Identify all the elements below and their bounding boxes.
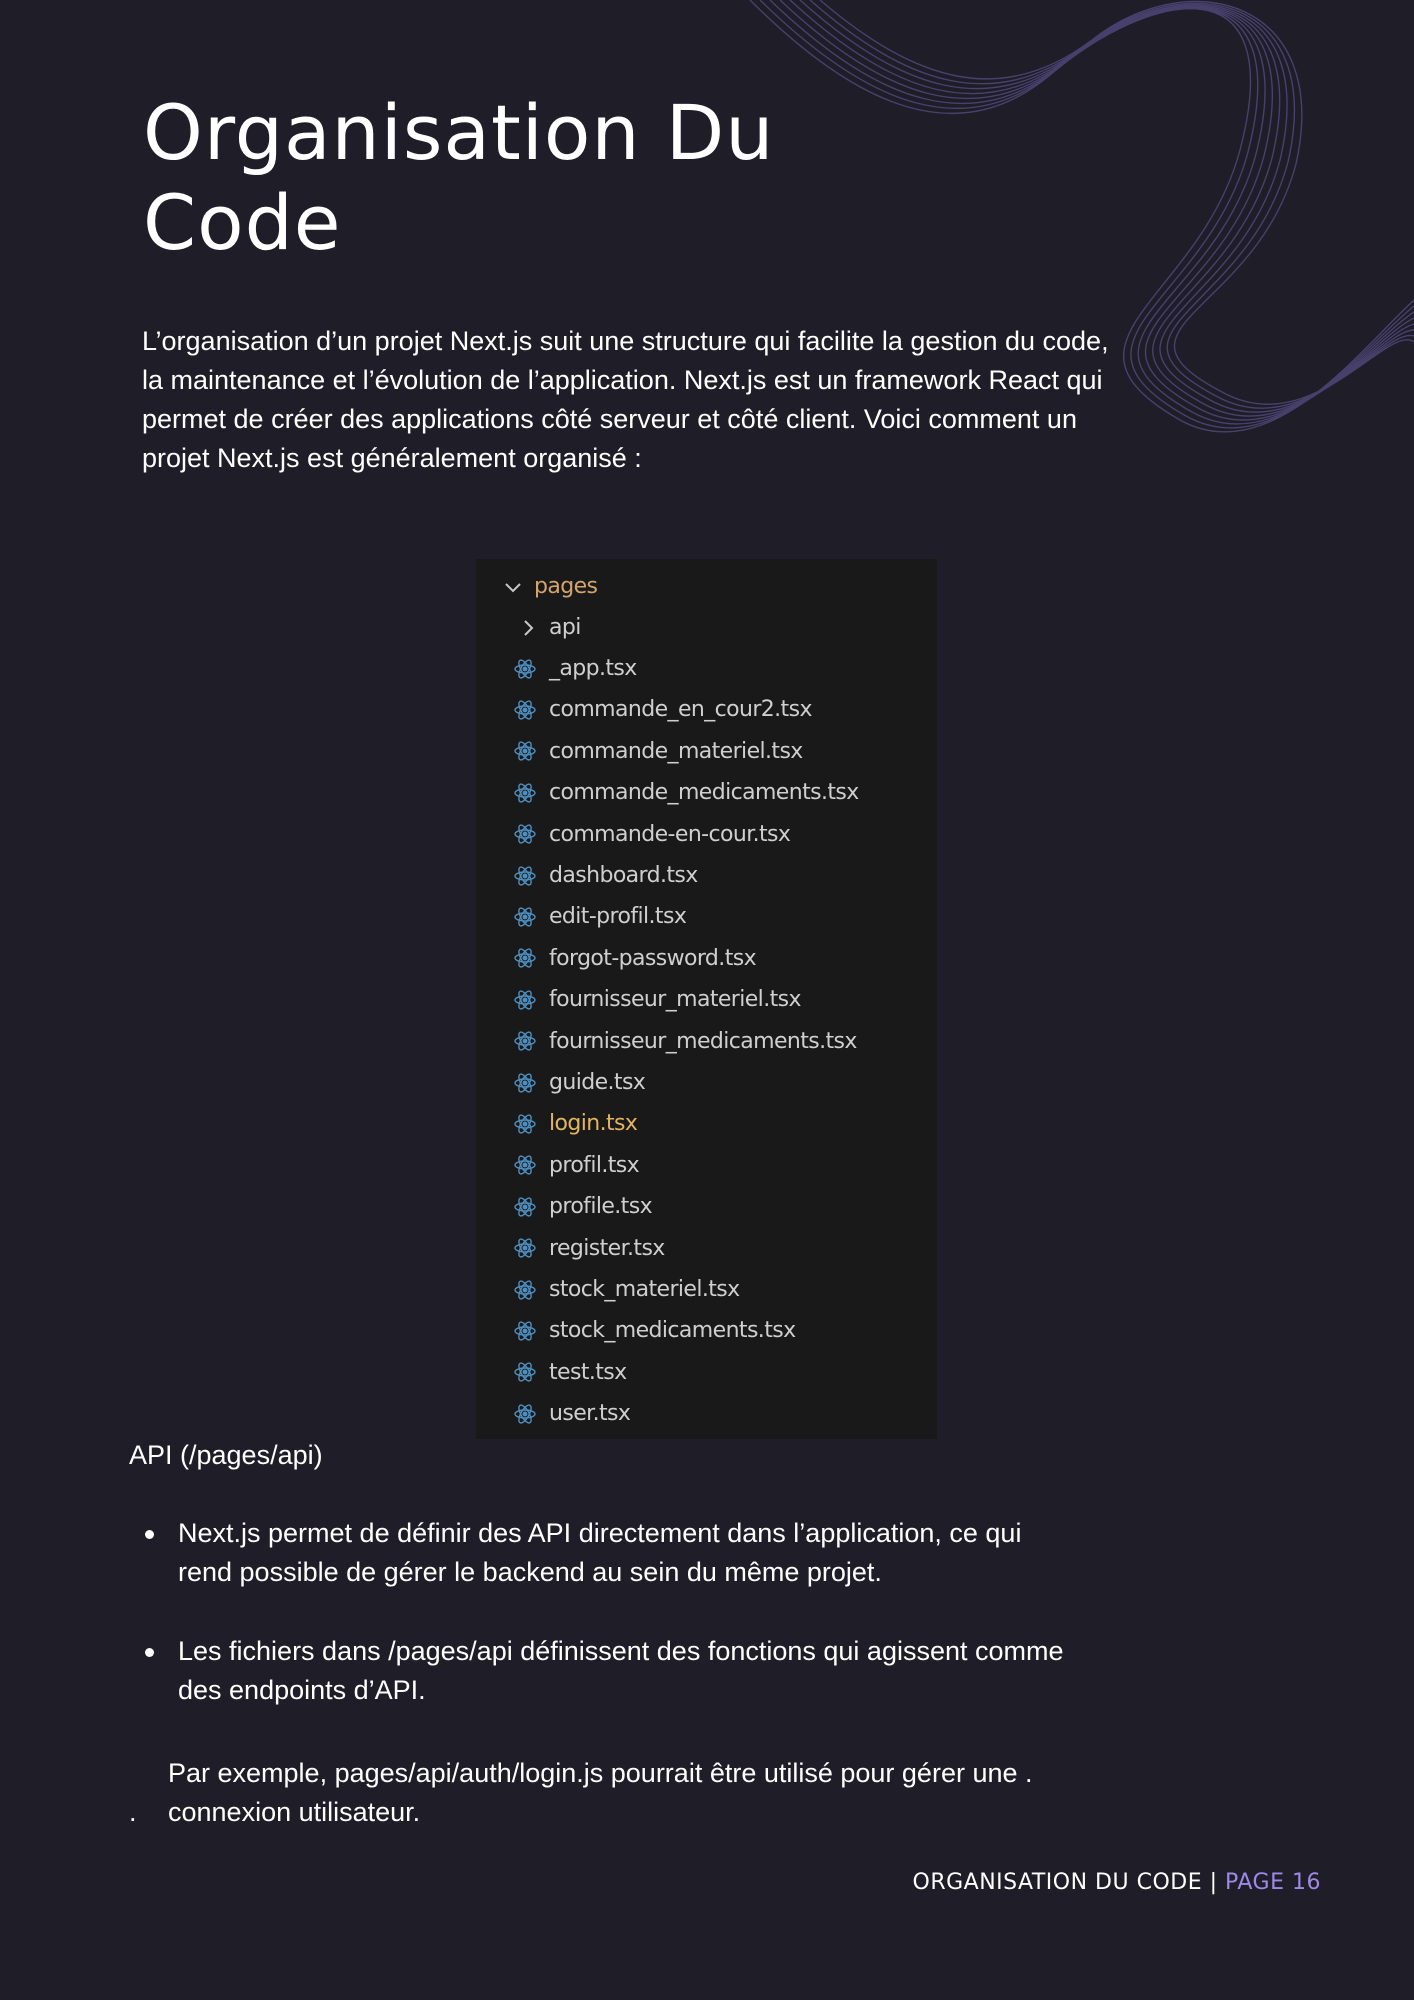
- tree-file-item[interactable]: fournisseur_medicaments.tsx: [476, 1021, 937, 1062]
- react-icon: [512, 863, 538, 889]
- file-label: guide.tsx: [549, 1070, 646, 1095]
- file-label: stock_materiel.tsx: [549, 1277, 740, 1302]
- file-label: commande_medicaments.tsx: [549, 780, 859, 806]
- footer-section-label: ORGANISATION DU CODE: [912, 1870, 1203, 1895]
- react-icon: [512, 738, 538, 764]
- tree-file-item[interactable]: test.tsx: [476, 1352, 937, 1393]
- file-label: fournisseur_medicaments.tsx: [549, 1028, 857, 1054]
- tree-folder-pages[interactable]: pages: [476, 566, 937, 607]
- react-icon: [512, 1277, 538, 1303]
- tree-file-item[interactable]: stock_medicaments.tsx: [476, 1310, 937, 1351]
- tree-file-item[interactable]: login.tsx: [476, 1103, 937, 1144]
- react-icon: [512, 904, 538, 930]
- bullet-text: Les fichiers dans /pages/api définissent…: [178, 1636, 1064, 1705]
- react-icon: [512, 1152, 538, 1178]
- page-number: PAGE 16: [1225, 1870, 1321, 1895]
- file-label: profile.tsx: [549, 1194, 653, 1220]
- example-paragraph: Par exemple, pages/api/auth/login.js pou…: [168, 1758, 1033, 1827]
- bullet-dot-icon: [145, 1648, 154, 1657]
- page-footer: ORGANISATION DU CODE | PAGE 16: [913, 1870, 1322, 1895]
- react-icon: [512, 780, 538, 806]
- react-icon: [512, 1194, 538, 1220]
- file-label: _app.tsx: [549, 656, 637, 681]
- tree-file-item[interactable]: forgot-password.tsx: [476, 938, 937, 979]
- react-icon: [512, 1318, 538, 1344]
- react-icon: [512, 1028, 538, 1054]
- tree-file-item[interactable]: fournisseur_materiel.tsx: [476, 979, 937, 1020]
- bullet-dot-icon: [145, 1530, 154, 1539]
- tree-file-item[interactable]: guide.tsx: [476, 1062, 937, 1103]
- file-label: login.tsx: [549, 1111, 638, 1137]
- tree-file-item[interactable]: profile.tsx: [476, 1186, 937, 1227]
- tree-file-item[interactable]: _app.tsx: [476, 648, 937, 689]
- react-icon: [512, 987, 538, 1013]
- chevron-right-icon: [516, 616, 540, 640]
- react-icon: [512, 1111, 538, 1137]
- react-icon: [512, 1235, 538, 1261]
- tree-file-item[interactable]: dashboard.tsx: [476, 855, 937, 896]
- file-label: commande-en-cour.tsx: [549, 821, 791, 847]
- footer-separator: |: [1209, 1870, 1218, 1895]
- file-label: stock_medicaments.tsx: [549, 1318, 796, 1344]
- file-label: commande_en_cour2.tsx: [549, 697, 812, 723]
- react-icon: [512, 945, 538, 971]
- tree-file-item[interactable]: edit-profil.tsx: [476, 896, 937, 937]
- tree-file-item[interactable]: profil.tsx: [476, 1145, 937, 1186]
- file-label: dashboard.tsx: [549, 863, 698, 888]
- file-label: user.tsx: [549, 1401, 631, 1427]
- tree-folder-api[interactable]: api: [476, 607, 937, 648]
- react-icon: [512, 1359, 538, 1385]
- tree-file-item[interactable]: stock_materiel.tsx: [476, 1269, 937, 1310]
- bullet-text: Next.js permet de définir des API direct…: [178, 1518, 1022, 1587]
- tree-file-item[interactable]: commande_medicaments.tsx: [476, 772, 937, 813]
- page-title: Organisation Du Code: [143, 88, 775, 267]
- file-label: register.tsx: [549, 1235, 665, 1261]
- section-heading: API (/pages/api): [129, 1440, 323, 1470]
- stray-dot: .: [129, 1797, 137, 1827]
- file-label: forgot-password.tsx: [549, 945, 757, 971]
- react-icon: [512, 1401, 538, 1427]
- react-icon: [512, 1070, 538, 1096]
- file-explorer-screenshot: pages api _app.tsx commande_en_cour2.tsxc…: [476, 559, 937, 1439]
- file-label: commande_materiel.tsx: [549, 738, 803, 764]
- file-label: fournisseur_materiel.tsx: [549, 987, 801, 1013]
- tree-file-item[interactable]: commande_en_cour2.tsx: [476, 689, 937, 730]
- file-label: test.tsx: [549, 1359, 627, 1385]
- folder-label: pages: [534, 574, 598, 599]
- chevron-down-icon: [501, 575, 525, 599]
- file-label: edit-profil.tsx: [549, 904, 687, 930]
- file-label: profil.tsx: [549, 1152, 640, 1178]
- react-icon: [512, 821, 538, 847]
- react-icon: [512, 656, 538, 682]
- tree-file-item[interactable]: user.tsx: [476, 1393, 937, 1434]
- react-icon: [512, 697, 538, 723]
- tree-file-item[interactable]: commande-en-cour.tsx: [476, 814, 937, 855]
- tree-file-item[interactable]: register.tsx: [476, 1228, 937, 1269]
- tree-file-item[interactable]: commande_materiel.tsx: [476, 731, 937, 772]
- intro-paragraph: L’organisation d’un projet Next.js suit …: [142, 326, 1109, 473]
- folder-label: api: [549, 615, 581, 640]
